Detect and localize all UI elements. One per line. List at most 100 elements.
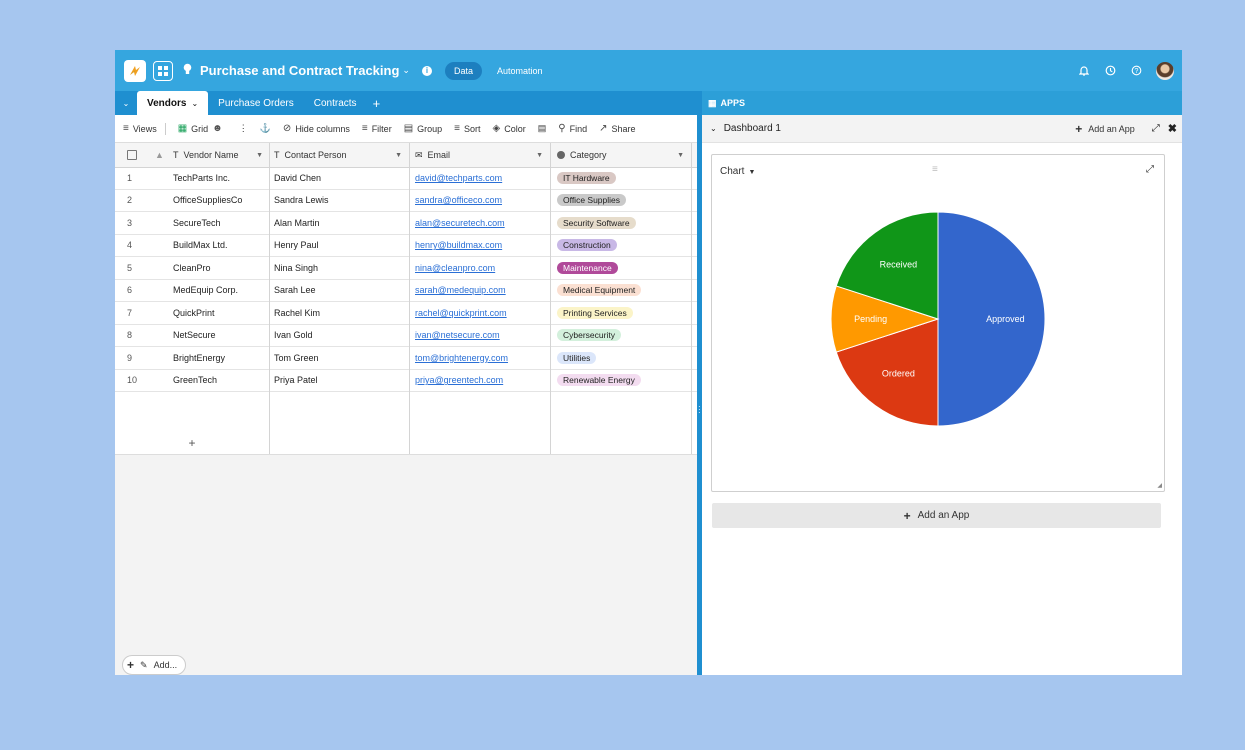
contact-person-cell[interactable]: Ivan Gold [274, 325, 409, 347]
contact-person-cell[interactable]: Alan Martin [274, 212, 409, 234]
help-icon[interactable]: ? [1130, 65, 1142, 77]
bell-icon[interactable] [1078, 65, 1090, 77]
select-all-checkbox[interactable] [127, 143, 147, 167]
category-cell[interactable]: Maintenance [557, 257, 697, 279]
contact-person-cell[interactable]: Sandra Lewis [274, 190, 409, 212]
close-icon[interactable]: ✖ [1168, 122, 1177, 135]
find-button[interactable]: ⚲ Find [558, 123, 587, 134]
chevron-down-icon[interactable]: ▼ [536, 152, 543, 159]
vendor-name-cell[interactable]: NetSecure [173, 325, 269, 347]
email-link[interactable]: sandra@officeco.com [415, 195, 502, 205]
add-app-button[interactable]: + Add an App [1075, 122, 1135, 136]
row-height-icon[interactable]: ▤ [538, 123, 547, 134]
category-cell[interactable]: Medical Equipment [557, 280, 697, 302]
filter-button[interactable]: ≡ Filter [362, 123, 392, 134]
tab-purchase-orders[interactable]: Purchase Orders [208, 91, 304, 115]
contact-person-cell[interactable]: Rachel Kim [274, 302, 409, 324]
category-cell[interactable]: Security Software [557, 212, 697, 234]
share-button[interactable]: ↗ Share [599, 123, 635, 134]
email-cell[interactable]: priya@greentech.com [415, 370, 550, 392]
email-cell[interactable]: sarah@medequip.com [415, 280, 550, 302]
email-link[interactable]: sarah@medequip.com [415, 285, 506, 295]
more-icon[interactable]: ⋮ [239, 123, 248, 134]
hide-columns-button[interactable]: ⊘ Hide columns [283, 123, 350, 134]
table-row[interactable]: 7 QuickPrint Rachel Kim rachel@quickprint.c… [115, 302, 697, 325]
table-row[interactable]: 5 CleanPro Nina Singh nina@cleanpro.com Main… [115, 257, 697, 280]
category-cell[interactable]: Utilities [557, 347, 697, 369]
chevron-down-icon[interactable]: ⌄ [191, 99, 198, 108]
bulb-icon[interactable] [183, 63, 192, 78]
tab-contracts[interactable]: Contracts [304, 91, 367, 115]
category-cell[interactable]: Renewable Energy [557, 370, 697, 392]
email-link[interactable]: rachel@quickprint.com [415, 308, 507, 318]
table-row[interactable]: 3 SecureTech Alan Martin alan@securetech.co… [115, 212, 697, 235]
table-row[interactable]: 1 TechParts Inc. David Chen david@techparts… [115, 167, 697, 190]
chevron-down-icon[interactable]: ⌄ [115, 91, 137, 115]
email-cell[interactable]: sandra@officeco.com [415, 190, 550, 212]
vendor-name-cell[interactable]: BuildMax Ltd. [173, 235, 269, 257]
table-row[interactable]: 4 BuildMax Ltd. Henry Paul henry@buildmax.c… [115, 235, 697, 257]
color-button[interactable]: ◈ Color [493, 123, 526, 134]
chevron-down-icon[interactable]: ▼ [256, 152, 263, 159]
collaborators-icon[interactable]: ⚓ [260, 123, 271, 134]
email-link[interactable]: ivan@netsecure.com [415, 330, 500, 340]
chevron-down-icon[interactable]: ▼ [395, 152, 402, 159]
category-cell[interactable]: Printing Services [557, 302, 697, 324]
email-cell[interactable]: nina@cleanpro.com [415, 257, 550, 279]
table-row[interactable]: 8 NetSecure Ivan Gold ivan@netsecure.com Cyb… [115, 325, 697, 347]
base-title[interactable]: Purchase and Contract Tracking [200, 63, 399, 78]
contact-person-cell[interactable]: Henry Paul [274, 235, 409, 257]
contact-person-cell[interactable]: Tom Green [274, 347, 409, 369]
table-row[interactable]: 10 GreenTech Priya Patel priya@greentech.co… [115, 370, 697, 392]
column-header-category[interactable]: Category ▼ [557, 143, 692, 167]
email-cell[interactable]: rachel@quickprint.com [415, 302, 550, 324]
email-link[interactable]: alan@securetech.com [415, 218, 505, 228]
vendor-name-cell[interactable]: TechParts Inc. [173, 167, 269, 189]
vendor-name-cell[interactable]: CleanPro [173, 257, 269, 279]
vendor-name-cell[interactable]: SecureTech [173, 212, 269, 234]
vendor-name-cell[interactable]: OfficeSuppliesCo [173, 190, 269, 212]
category-cell[interactable]: Cybersecurity [557, 325, 697, 347]
logo-icon[interactable] [124, 59, 146, 82]
add-app-button[interactable]: + Add an App [712, 503, 1161, 528]
column-header-contact-person[interactable]: T Contact Person ▼ [274, 143, 410, 167]
info-icon[interactable]: i [421, 65, 432, 76]
group-button[interactable]: ▤ Group [404, 123, 442, 134]
email-cell[interactable]: henry@buildmax.com [415, 235, 550, 257]
avatar[interactable] [1156, 61, 1174, 80]
vendor-name-cell[interactable]: GreenTech [173, 370, 269, 392]
email-cell[interactable]: ivan@netsecure.com [415, 325, 550, 347]
expand-icon[interactable]: ⤢ [1152, 123, 1160, 134]
category-cell[interactable]: IT Hardware [557, 167, 697, 189]
table-row[interactable]: 6 MedEquip Corp. Sarah Lee sarah@medequip.c… [115, 280, 697, 302]
contact-person-cell[interactable]: David Chen [274, 167, 409, 189]
category-cell[interactable]: Office Supplies [557, 190, 697, 212]
add-field-button[interactable]: + ✎ Add... [122, 655, 187, 675]
email-link[interactable]: henry@buildmax.com [415, 240, 502, 250]
email-link[interactable]: david@techparts.com [415, 173, 502, 183]
chevron-down-icon[interactable]: ▼ [677, 152, 684, 159]
data-tab[interactable]: Data [444, 61, 482, 80]
vendor-name-cell[interactable]: QuickPrint [173, 302, 269, 324]
table-row[interactable]: 9 BrightEnergy Tom Green tom@brightenergy.c… [115, 347, 697, 370]
chevron-down-icon[interactable]: ⌄ [402, 65, 410, 76]
resize-handle-icon[interactable]: ◢ [1157, 482, 1162, 489]
contact-person-cell[interactable]: Sarah Lee [274, 280, 409, 302]
contact-person-cell[interactable]: Priya Patel [274, 370, 409, 392]
views-button[interactable]: ≡ Views [123, 123, 157, 134]
email-link[interactable]: tom@brightenergy.com [415, 353, 508, 363]
vendor-name-cell[interactable]: BrightEnergy [173, 347, 269, 369]
sort-button[interactable]: ≡ Sort [454, 123, 480, 134]
add-table-icon[interactable]: + [367, 91, 387, 115]
email-link[interactable]: priya@greentech.com [415, 375, 503, 385]
column-header-vendor-name[interactable]: T Vendor Name ▼ [173, 143, 270, 167]
table-row[interactable]: 2 OfficeSuppliesCo Sandra Lewis sandra@offi… [115, 190, 697, 212]
email-link[interactable]: nina@cleanpro.com [415, 263, 495, 273]
history-icon[interactable] [1104, 65, 1116, 77]
grid-apps-icon[interactable] [153, 60, 173, 81]
chevron-down-icon[interactable]: ⌄ [710, 124, 717, 133]
email-cell[interactable]: tom@brightenergy.com [415, 347, 550, 369]
automation-tab[interactable]: Automation [497, 66, 543, 76]
grid-view-button[interactable]: ▦ Grid ☻ [178, 123, 227, 134]
contact-person-cell[interactable]: Nina Singh [274, 257, 409, 279]
